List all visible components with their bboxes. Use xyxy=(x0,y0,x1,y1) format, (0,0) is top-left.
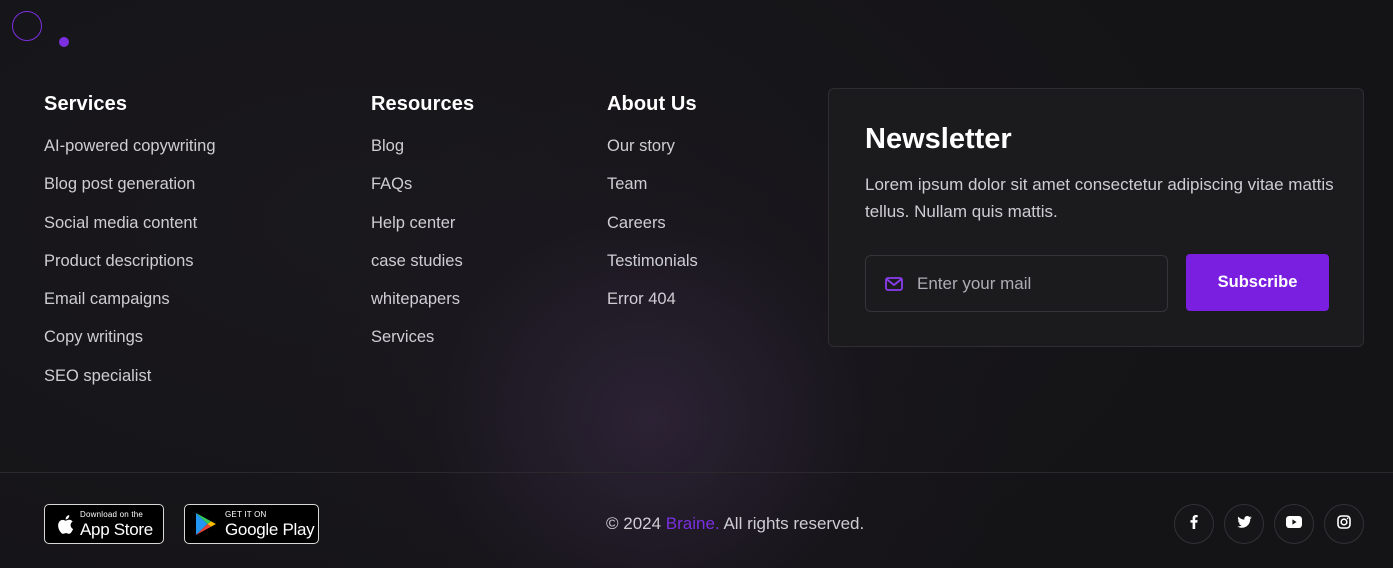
services-column: Services AI-powered copywriting Blog pos… xyxy=(44,92,216,402)
about-heading: About Us xyxy=(607,93,697,115)
resources-link-help-center[interactable]: Help center xyxy=(371,211,474,249)
decorative-ring xyxy=(12,11,42,41)
copyright-prefix: © 2024 xyxy=(606,514,666,533)
services-list: AI-powered copywriting Blog post generat… xyxy=(44,134,216,402)
twitter-icon xyxy=(1236,515,1252,533)
resources-link-services[interactable]: Services xyxy=(371,325,474,363)
app-store-big-text: App Store xyxy=(80,519,153,539)
about-column: About Us Our story Team Careers Testimon… xyxy=(607,92,698,325)
resources-heading: Resources xyxy=(371,93,475,115)
footer-divider xyxy=(0,472,1393,473)
about-link-testimonials[interactable]: Testimonials xyxy=(607,249,698,287)
copyright-text: © 2024 Braine. All rights reserved. xyxy=(606,514,864,534)
services-link-ai-copywriting[interactable]: AI-powered copywriting xyxy=(44,134,216,172)
site-footer: Services AI-powered copywriting Blog pos… xyxy=(0,0,1393,568)
facebook-button[interactable] xyxy=(1174,504,1214,544)
services-link-blog-post-generation[interactable]: Blog post generation xyxy=(44,172,216,210)
newsletter-description: Lorem ipsum dolor sit amet consectetur a… xyxy=(865,175,1334,221)
google-play-text: GET IT ON Google Play xyxy=(225,509,315,539)
resources-link-case-studies[interactable]: case studies xyxy=(371,249,474,287)
resources-link-whitepapers[interactable]: whitepapers xyxy=(371,287,474,325)
decorative-dot xyxy=(59,37,69,47)
about-link-careers[interactable]: Careers xyxy=(607,211,698,249)
email-field[interactable] xyxy=(865,255,1168,312)
resources-column: Resources Blog FAQs Help center case stu… xyxy=(371,92,474,364)
app-store-small-text: Download on the xyxy=(80,509,144,519)
instagram-button[interactable] xyxy=(1324,504,1364,544)
google-play-big-text: Google Play xyxy=(225,519,315,539)
services-link-copy-writings[interactable]: Copy writings xyxy=(44,325,216,363)
google-play-icon xyxy=(193,512,219,536)
newsletter-card: Newsletter Lorem ipsum dolor sit amet co… xyxy=(828,88,1364,347)
google-play-badge[interactable]: GET IT ON Google Play xyxy=(184,504,319,544)
services-link-social-media-content[interactable]: Social media content xyxy=(44,211,216,249)
app-store-text: Download on the App Store xyxy=(80,509,153,539)
instagram-icon xyxy=(1337,514,1351,534)
app-store-badge[interactable]: Download on the App Store xyxy=(44,504,164,544)
twitter-button[interactable] xyxy=(1224,504,1264,544)
services-link-seo-specialist[interactable]: SEO specialist xyxy=(44,364,216,402)
resources-list: Blog FAQs Help center case studies white… xyxy=(371,134,474,364)
about-link-error-404[interactable]: Error 404 xyxy=(607,287,698,325)
services-heading: Services xyxy=(44,93,128,115)
about-link-our-story[interactable]: Our story xyxy=(607,134,698,172)
copyright-suffix: All rights reserved. xyxy=(719,514,865,533)
apple-icon xyxy=(54,514,76,535)
subscribe-button[interactable]: Subscribe xyxy=(1186,254,1329,311)
brand-link[interactable]: Braine. xyxy=(666,514,720,533)
services-link-product-descriptions[interactable]: Product descriptions xyxy=(44,249,216,287)
email-input[interactable] xyxy=(917,273,1147,294)
newsletter-title: Newsletter xyxy=(865,123,1012,155)
youtube-icon xyxy=(1286,515,1302,533)
services-link-email-campaigns[interactable]: Email campaigns xyxy=(44,287,216,325)
about-link-team[interactable]: Team xyxy=(607,172,698,210)
resources-link-blog[interactable]: Blog xyxy=(371,134,474,172)
mail-icon xyxy=(885,276,903,291)
google-play-small-text: GET IT ON xyxy=(225,509,267,519)
resources-link-faqs[interactable]: FAQs xyxy=(371,172,474,210)
facebook-icon xyxy=(1190,514,1198,534)
youtube-button[interactable] xyxy=(1274,504,1314,544)
about-list: Our story Team Careers Testimonials Erro… xyxy=(607,134,698,325)
